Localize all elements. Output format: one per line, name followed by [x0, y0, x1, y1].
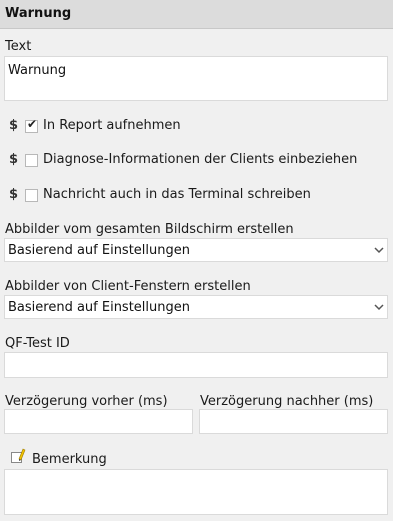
terminal-checkbox[interactable]: [25, 189, 38, 202]
screenshot-full-selected: Basierend auf Einstellungen: [8, 243, 190, 258]
variable-marker: $: [9, 187, 19, 202]
delay-before-field[interactable]: [4, 409, 193, 434]
delay-after-label: Verzögerung nachher (ms): [200, 394, 374, 409]
pencil-icon[interactable]: [10, 448, 26, 464]
text-field[interactable]: Warnung: [4, 56, 388, 101]
screenshot-client-select[interactable]: Basierend auf Einstellungen: [4, 295, 388, 319]
text-label: Text: [5, 39, 32, 54]
variable-marker: $: [9, 152, 19, 167]
checkmark-icon: ✔: [27, 117, 38, 131]
delay-after-field[interactable]: [199, 409, 388, 434]
panel-header: Warnung: [0, 0, 393, 29]
screenshot-full-label: Abbilder vom gesamten Bildschirm erstell…: [5, 222, 294, 237]
text-field-value: Warnung: [8, 63, 67, 78]
qftest-id-field[interactable]: [4, 352, 388, 378]
delay-before-label: Verzögerung vorher (ms): [5, 394, 168, 409]
comment-label: Bemerkung: [32, 452, 107, 467]
qftest-id-label: QF-Test ID: [5, 336, 70, 351]
variable-marker: $: [9, 118, 19, 133]
chevron-down-icon[interactable]: [372, 298, 386, 316]
include-report-checkbox[interactable]: ✔: [25, 117, 38, 133]
panel-title: Warnung: [5, 6, 72, 21]
terminal-label: Nachricht auch in das Terminal schreiben: [43, 187, 311, 202]
include-report-label: In Report aufnehmen: [43, 118, 181, 133]
diagnostics-checkbox[interactable]: [25, 154, 38, 167]
screenshot-client-selected: Basierend auf Einstellungen: [8, 300, 190, 315]
screenshot-full-select[interactable]: Basierend auf Einstellungen: [4, 238, 388, 262]
comment-field[interactable]: [4, 469, 388, 515]
diagnostics-label: Diagnose-Informationen der Clients einbe…: [43, 152, 358, 167]
screenshot-client-label: Abbilder von Client-Fenstern erstellen: [5, 279, 251, 294]
chevron-down-icon[interactable]: [372, 241, 386, 259]
